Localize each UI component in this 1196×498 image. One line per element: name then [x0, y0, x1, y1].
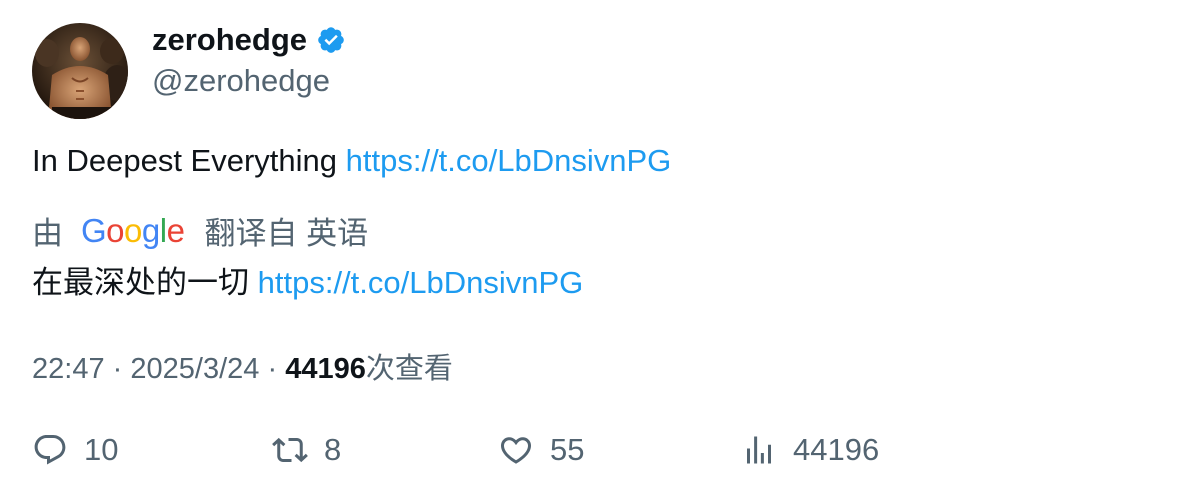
heart-icon — [500, 437, 532, 464]
retweet-button[interactable]: 8 — [272, 432, 341, 468]
meta-separator: · — [112, 353, 123, 385]
translated-body: 在最深处的一切 — [32, 265, 249, 300]
translated-text: 在最深处的一切 https://t.co/LbDnsivnPG — [32, 257, 583, 302]
translation-prefix: 由 — [32, 216, 63, 251]
action-bar: 10 8 55 44196 — [32, 432, 932, 476]
retweet-count: 8 — [324, 432, 342, 467]
views-button[interactable]: 44196 — [741, 432, 879, 468]
tweet-text: In Deepest Everything https://t.co/LbDns… — [32, 143, 671, 179]
avatar-image — [32, 23, 128, 119]
reply-icon — [34, 435, 66, 465]
translated-link[interactable]: https://t.co/LbDnsivnPG — [258, 265, 584, 300]
display-name[interactable]: zerohedge — [152, 22, 307, 58]
like-button[interactable]: 55 — [498, 432, 584, 468]
tweet-time[interactable]: 22:47 — [32, 353, 105, 385]
views-count: 44196 — [285, 353, 366, 385]
tweet-meta: 22:47 · 2025/3/24 · 44196次查看 — [32, 345, 453, 387]
analytics-icon — [747, 436, 771, 464]
tweet-link[interactable]: https://t.co/LbDnsivnPG — [346, 143, 672, 178]
tweet-date[interactable]: 2025/3/24 — [130, 353, 259, 385]
like-count: 55 — [550, 432, 585, 467]
retweet-icon — [272, 437, 308, 463]
google-logo[interactable]: Google — [81, 214, 185, 247]
views-label: 次查看 — [365, 353, 453, 385]
translation-suffix: 翻译自 英语 — [204, 216, 369, 251]
reply-count: 10 — [84, 432, 119, 467]
views-action-count: 44196 — [793, 432, 880, 467]
user-handle[interactable]: @zerohedge — [152, 63, 330, 99]
translation-attribution: 由 Google 翻译自 英语 — [32, 208, 368, 253]
avatar[interactable] — [32, 23, 128, 119]
verified-badge-icon — [316, 25, 346, 55]
meta-separator: · — [267, 353, 278, 385]
reply-button[interactable]: 10 — [32, 432, 118, 468]
tweet-body: In Deepest Everything — [32, 143, 338, 178]
display-name-row: zerohedge — [152, 22, 346, 58]
